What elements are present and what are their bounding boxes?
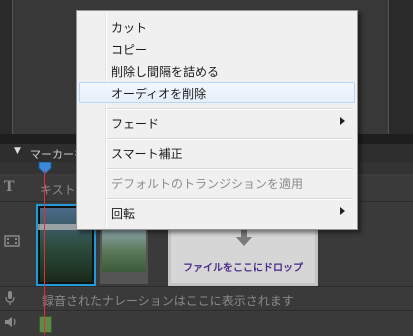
narration-placeholder: 録音されたナレーションはここに表示されます: [42, 294, 294, 308]
playhead-line: [44, 170, 45, 335]
menu-item-copy[interactable]: コピー: [79, 38, 355, 59]
menu-item-label: スマート補正: [111, 147, 183, 161]
context-menu: カット コピー 削除し間隔を詰める オーディオを削除 フェード スマート補正 デ…: [76, 10, 358, 230]
drop-zone-label: ファイルをここにドロップ: [183, 263, 303, 274]
menu-item-smart-fix[interactable]: スマート補正: [79, 142, 355, 163]
menu-item-fade[interactable]: フェード: [79, 112, 355, 133]
menu-item-cut[interactable]: カット: [79, 16, 355, 37]
playhead-handle-icon[interactable]: [38, 162, 52, 174]
text-track-icon: T: [4, 179, 15, 195]
menu-item-ripple-delete[interactable]: 削除し間隔を詰める: [79, 60, 355, 81]
menu-separator: [107, 198, 353, 200]
film-strip-icon: [4, 234, 24, 254]
microphone-icon: [4, 291, 24, 311]
speaker-icon: [4, 316, 24, 336]
submenu-arrow-icon: [340, 117, 345, 125]
menu-item-label: 回転: [111, 207, 136, 221]
collapse-triangle-icon[interactable]: ▼: [14, 146, 21, 156]
menu-item-label: デフォルトのトランジションを適用: [111, 177, 304, 191]
menu-item-apply-default-transition: デフォルトのトランジションを適用: [79, 172, 355, 193]
clip-thumbnail: [102, 224, 146, 272]
title-track-placeholder: キスト: [40, 183, 76, 197]
menu-item-rotate[interactable]: 回転: [79, 202, 355, 223]
narration-track: 録音されたナレーションはここに表示されます: [0, 288, 413, 311]
audio-clip-marker[interactable]: [39, 316, 52, 333]
menu-separator: [107, 168, 353, 170]
menu-item-label: カット: [111, 21, 148, 35]
menu-item-label: 削除し間隔を詰める: [111, 65, 220, 79]
audio-track: [0, 312, 413, 335]
menu-item-label: コピー: [111, 43, 148, 57]
menu-item-label: フェード: [111, 117, 160, 131]
menu-item-label: オーディオを削除: [111, 87, 207, 101]
submenu-arrow-icon: [340, 207, 345, 215]
menu-item-delete-audio[interactable]: オーディオを削除: [79, 82, 355, 103]
menu-separator: [107, 108, 353, 110]
menu-separator: [107, 138, 353, 140]
